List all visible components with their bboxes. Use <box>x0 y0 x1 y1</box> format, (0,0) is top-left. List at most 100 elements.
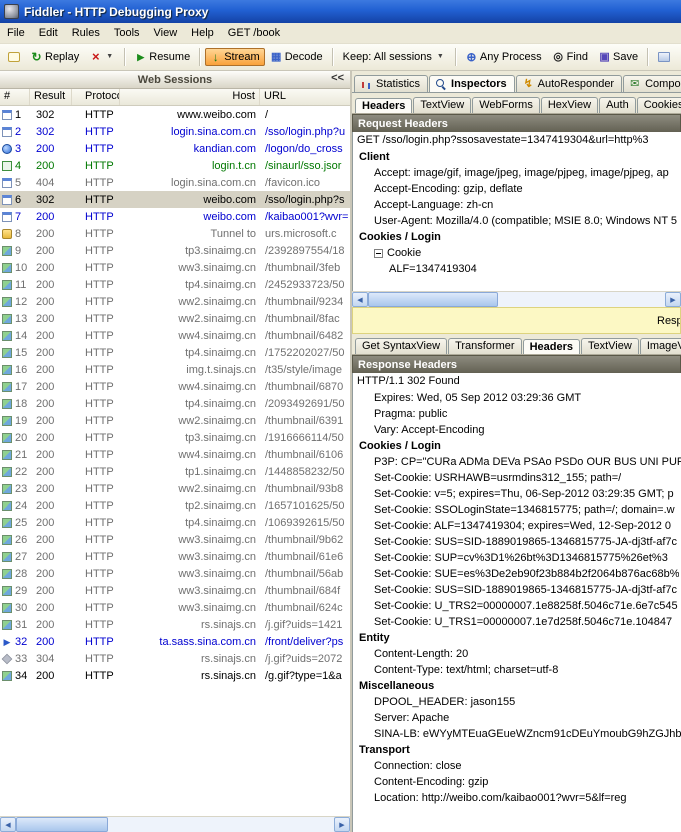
session-row[interactable]: 16 200 HTTP img.t.sinajs.cn /t35/style/i… <box>0 361 350 378</box>
session-row[interactable]: 33 304 HTTP rs.sinajs.cn /j.gif?uids=207… <box>0 650 350 667</box>
session-row[interactable]: 15 200 HTTP tp4.sinaimg.cn /1752202027/5… <box>0 344 350 361</box>
request-hscrollbar[interactable]: ◀ ▶ <box>352 291 681 307</box>
main-tab[interactable]: Composer <box>623 75 681 92</box>
response-header-item[interactable]: Cookies / Login <box>353 438 681 454</box>
column-header[interactable]: Protocol <box>72 89 120 105</box>
session-row[interactable]: 24 200 HTTP tp2.sinaimg.cn /1657101625/5… <box>0 497 350 514</box>
browse-button[interactable] <box>676 49 681 66</box>
response-header-item[interactable]: Set-Cookie: U_TRS1=00000007.1e7d258f.504… <box>353 614 681 630</box>
request-header-item[interactable]: Accept-Language: zh-cn <box>353 197 681 213</box>
screenshot-button[interactable] <box>653 49 675 65</box>
request-inspector-tab[interactable]: Cookies <box>637 97 681 113</box>
response-header-item[interactable]: Vary: Accept-Encoding <box>353 422 681 438</box>
request-header-item[interactable]: Client <box>353 149 681 165</box>
session-row[interactable]: 29 200 HTTP ww3.sinaimg.cn /thumbnail/68… <box>0 582 350 599</box>
response-inspector-tab[interactable]: Get SyntaxView <box>355 338 447 354</box>
collapse-expander-icon[interactable] <box>374 249 383 258</box>
session-row[interactable]: 5 404 HTTP login.sina.com.cn /favicon.ic… <box>0 174 350 191</box>
stream-toggle-button[interactable]: ↓Stream <box>205 48 264 66</box>
session-row[interactable]: 34 200 HTTP rs.sinajs.cn /g.gif?type=1&a <box>0 667 350 684</box>
scroll-thumb[interactable] <box>16 817 108 832</box>
session-row[interactable]: 1 302 HTTP www.weibo.com / <box>0 106 350 123</box>
response-header-item[interactable]: Transport <box>353 742 681 758</box>
menu-item[interactable]: Rules <box>65 25 107 41</box>
collapse-panel-button[interactable]: << <box>328 72 347 84</box>
session-row[interactable]: 11 200 HTTP tp4.sinaimg.cn /2452933723/5… <box>0 276 350 293</box>
response-header-item[interactable]: Set-Cookie: SUS=SID-1889019865-134681577… <box>353 582 681 598</box>
scroll-left-button[interactable]: ◀ <box>352 292 368 307</box>
session-row[interactable]: 27 200 HTTP ww3.sinaimg.cn /thumbnail/61… <box>0 548 350 565</box>
response-inspector-tab[interactable]: Headers <box>523 339 580 355</box>
keep-sessions-dropdown[interactable]: Keep: All sessions▼ <box>338 48 451 66</box>
save-button[interactable]: ▣Save <box>594 48 643 66</box>
session-row[interactable]: 8 200 HTTP Tunnel to urs.microsoft.c <box>0 225 350 242</box>
request-inspector-tab[interactable]: Auth <box>599 97 636 113</box>
request-inspector-tab[interactable]: Headers <box>355 98 412 114</box>
session-row[interactable]: 14 200 HTTP ww4.sinaimg.cn /thumbnail/64… <box>0 327 350 344</box>
menu-item[interactable]: Edit <box>32 25 65 41</box>
any-process-button[interactable]: ⊕Any Process <box>461 48 547 66</box>
menu-item[interactable]: File <box>0 25 32 41</box>
response-header-item[interactable]: Set-Cookie: ALF=1347419304; expires=Wed,… <box>353 518 681 534</box>
replay-button[interactable]: ↻Replay <box>26 48 84 66</box>
request-header-item[interactable]: Accept: image/gif, image/jpeg, image/pjp… <box>353 165 681 181</box>
response-header-item[interactable]: Expires: Wed, 05 Sep 2012 03:29:36 GMT <box>353 390 681 406</box>
response-header-item[interactable]: Set-Cookie: v=5; expires=Thu, 06-Sep-201… <box>353 486 681 502</box>
column-header[interactable]: Host <box>120 89 260 105</box>
session-row[interactable]: 30 200 HTTP ww3.sinaimg.cn /thumbnail/62… <box>0 599 350 616</box>
session-row[interactable]: 18 200 HTTP tp4.sinaimg.cn /2093492691/5… <box>0 395 350 412</box>
session-row[interactable]: 3 200 HTTP kandian.com /logon/do_cross <box>0 140 350 157</box>
session-row[interactable]: 7 200 HTTP weibo.com /kaibao001?wvr= <box>0 208 350 225</box>
scroll-right-button[interactable]: ▶ <box>334 817 350 832</box>
session-row[interactable]: 12 200 HTTP ww2.sinaimg.cn /thumbnail/92… <box>0 293 350 310</box>
response-header-item[interactable]: Content-Encoding: gzip <box>353 774 681 790</box>
session-row[interactable]: 19 200 HTTP ww2.sinaimg.cn /thumbnail/63… <box>0 412 350 429</box>
request-header-item[interactable]: Accept-Encoding: gzip, deflate <box>353 181 681 197</box>
scroll-thumb[interactable] <box>368 292 498 307</box>
response-header-item[interactable]: DPOOL_HEADER: jason155 <box>353 694 681 710</box>
resume-button[interactable]: ▶Resume <box>130 48 195 66</box>
menu-item[interactable]: View <box>147 25 185 41</box>
session-row[interactable]: 13 200 HTTP ww2.sinaimg.cn /thumbnail/8f… <box>0 310 350 327</box>
decode-toggle-button[interactable]: ▦Decode <box>266 48 328 66</box>
column-header[interactable]: # <box>0 89 30 105</box>
session-row[interactable]: 22 200 HTTP tp1.sinaimg.cn /1448858232/5… <box>0 463 350 480</box>
response-header-item[interactable]: Location: http://weibo.com/kaibao001?wvr… <box>353 790 681 806</box>
session-row[interactable]: 6 302 HTTP weibo.com /sso/login.php?s <box>0 191 350 208</box>
session-row[interactable]: 17 200 HTTP ww4.sinaimg.cn /thumbnail/68… <box>0 378 350 395</box>
request-header-item[interactable]: Cookie <box>353 245 681 261</box>
response-header-item[interactable]: Set-Cookie: SUS=SID-1889019865-134681577… <box>353 534 681 550</box>
response-inspector-tab[interactable]: TextView <box>581 338 639 354</box>
response-header-item[interactable]: Pragma: public <box>353 406 681 422</box>
scroll-right-button[interactable]: ▶ <box>665 292 681 307</box>
column-header[interactable]: URL <box>260 89 350 105</box>
response-header-item[interactable]: Set-Cookie: SSOLoginState=1346815775; pa… <box>353 502 681 518</box>
column-header[interactable]: Result <box>30 89 72 105</box>
session-row[interactable]: 26 200 HTTP ww3.sinaimg.cn /thumbnail/9b… <box>0 531 350 548</box>
main-tab[interactable]: Statistics <box>354 75 428 92</box>
response-header-item[interactable]: SINA-LB: eWYyMTEuaGEueWZncm91cDEuYmoubG9… <box>353 726 681 742</box>
menu-item[interactable]: Help <box>184 25 221 41</box>
response-header-item[interactable]: Set-Cookie: USRHAWB=usrmdins312_155; pat… <box>353 470 681 486</box>
response-header-item[interactable]: Server: Apache <box>353 710 681 726</box>
session-row[interactable]: 25 200 HTTP tp4.sinaimg.cn /1069392615/5… <box>0 514 350 531</box>
session-row[interactable]: 4 200 HTTP login.t.cn /sinaurl/sso.jsor <box>0 157 350 174</box>
request-inspector-tab[interactable]: HexView <box>541 97 598 113</box>
response-header-item[interactable]: Set-Cookie: SUP=cv%3D1%26bt%3D1346815775… <box>353 550 681 566</box>
session-row[interactable]: 2 302 HTTP login.sina.com.cn /sso/login.… <box>0 123 350 140</box>
request-header-item[interactable]: Cookies / Login <box>353 229 681 245</box>
response-header-item[interactable]: Entity <box>353 630 681 646</box>
find-button[interactable]: ◎Find <box>548 48 593 66</box>
response-encoding-notice[interactable]: Response is encoded and may need to be d… <box>352 307 681 334</box>
scroll-track[interactable] <box>368 292 665 307</box>
menu-item[interactable]: Tools <box>107 25 147 41</box>
response-header-item[interactable]: Set-Cookie: U_TRS2=00000007.1e88258f.504… <box>353 598 681 614</box>
response-inspector-tab[interactable]: Transformer <box>448 338 522 354</box>
request-header-item[interactable]: User-Agent: Mozilla/4.0 (compatible; MSI… <box>353 213 681 229</box>
scroll-left-button[interactable]: ◀ <box>0 817 16 832</box>
remove-button[interactable]: ×▼ <box>85 48 120 66</box>
response-header-item[interactable]: Miscellaneous <box>353 678 681 694</box>
response-header-item[interactable]: Set-Cookie: SUE=es%3De2eb90f23b884b2f206… <box>353 566 681 582</box>
session-row[interactable]: 23 200 HTTP ww2.sinaimg.cn /thumbnail/93… <box>0 480 350 497</box>
main-tab[interactable]: AutoResponder <box>516 75 622 92</box>
